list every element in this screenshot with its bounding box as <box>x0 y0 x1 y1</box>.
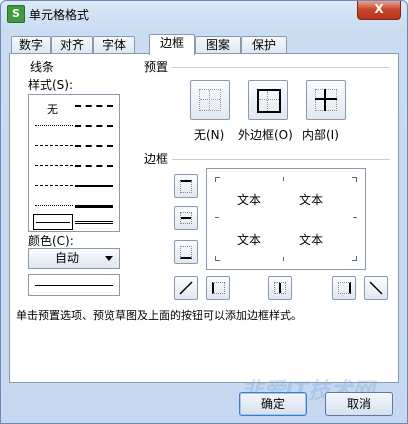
line-style-item[interactable] <box>75 199 113 211</box>
border-left-button[interactable] <box>206 276 230 300</box>
ok-button[interactable]: 确定 <box>239 392 307 416</box>
color-select[interactable]: 自动 <box>28 248 120 269</box>
tab-protection[interactable]: 保护 <box>241 36 287 54</box>
border-diagonal-down-button[interactable] <box>364 276 388 300</box>
preset-outline-button[interactable] <box>248 80 288 120</box>
preview-text: 文本 <box>299 193 324 207</box>
tab-alignment[interactable]: 对齐 <box>51 36 93 54</box>
border-panel: 线条 样式(S): 无 颜色(C): 自动 预置 无(N) 外边框(O) 内部(… <box>9 53 399 383</box>
border-right-button[interactable] <box>332 276 356 300</box>
color-preview <box>28 274 120 296</box>
line-style-item[interactable] <box>75 119 113 131</box>
line-style-item[interactable] <box>35 139 73 151</box>
tab-pattern[interactable]: 图案 <box>195 36 241 54</box>
close-button[interactable]: X <box>357 1 401 20</box>
preview-text: 文本 <box>237 233 262 247</box>
tab-font[interactable]: 字体 <box>93 36 135 54</box>
spreadsheet-icon: S <box>7 5 25 23</box>
line-style-list[interactable]: 无 <box>28 94 120 232</box>
border-group-label: 边框 <box>144 152 169 166</box>
border-diagonal-up-button[interactable] <box>174 276 198 300</box>
title-bar: S 单元格格式 X <box>1 1 407 27</box>
line-style-item-selected[interactable] <box>33 214 73 230</box>
tab-number[interactable]: 数字 <box>11 36 51 54</box>
preset-group-label: 预置 <box>144 60 169 74</box>
preview-text: 文本 <box>299 233 324 247</box>
style-label: 样式(S): <box>28 78 74 92</box>
line-group-label: 线条 <box>30 60 55 74</box>
line-style-item[interactable] <box>75 214 113 228</box>
border-middle-vertical-button[interactable] <box>268 276 292 300</box>
cancel-button[interactable]: 取消 <box>325 392 393 416</box>
color-label: 颜色(C): <box>28 234 74 248</box>
description-text: 单击预置选项、预览草图及上面的按钮可以添加边框样式。 <box>16 309 302 322</box>
line-style-item[interactable] <box>75 179 113 191</box>
line-style-item[interactable] <box>75 159 113 171</box>
preview-text: 文本 <box>237 193 262 207</box>
line-style-item[interactable] <box>35 179 73 191</box>
preset-none-label: 无(N) <box>194 128 225 142</box>
line-style-item[interactable] <box>35 159 73 171</box>
preset-inside-label: 内部(I) <box>302 128 339 142</box>
border-top-button[interactable] <box>174 174 198 198</box>
border-middle-horizontal-button[interactable] <box>174 206 198 230</box>
preset-outline-label: 外边框(O) <box>238 128 293 142</box>
preset-outline-icon <box>257 89 281 113</box>
preset-none-icon <box>199 89 221 111</box>
border-divider <box>172 159 390 160</box>
line-style-item[interactable] <box>75 99 113 111</box>
line-style-item[interactable] <box>35 199 73 211</box>
line-style-item[interactable] <box>35 119 73 131</box>
preset-divider <box>172 67 390 68</box>
chevron-down-icon <box>105 256 113 261</box>
color-select-value: 自动 <box>55 251 80 265</box>
border-bottom-button[interactable] <box>174 240 198 264</box>
line-style-none[interactable]: 无 <box>33 99 71 116</box>
line-style-item[interactable] <box>75 139 113 151</box>
line-style-none-label: 无 <box>47 103 58 116</box>
border-preview[interactable]: 文本 文本 文本 文本 <box>206 168 366 270</box>
dialog-window: S 单元格格式 X 数字 对齐 字体 边框 图案 保护 线条 样式(S): 无 <box>0 0 408 424</box>
dialog-title: 单元格格式 <box>29 8 90 22</box>
tab-border[interactable]: 边框 <box>149 34 195 55</box>
preset-inside-button[interactable] <box>306 80 346 120</box>
preset-inside-icon <box>315 89 337 111</box>
preset-none-button[interactable] <box>190 80 230 120</box>
